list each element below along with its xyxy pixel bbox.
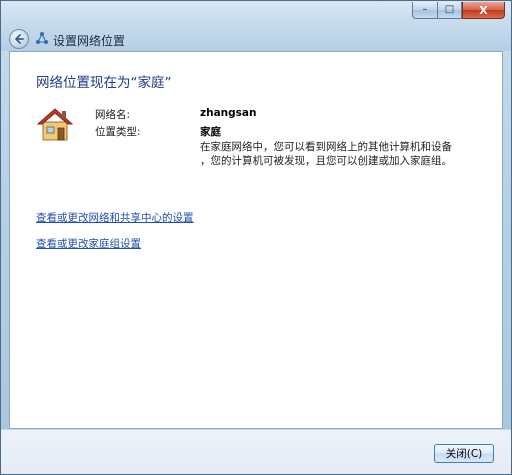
homegroup-settings-link[interactable]: 查看或更改家庭组设置 [36, 236, 141, 251]
minimize-button[interactable]: – [412, 2, 437, 19]
dialog-window: – □ X 设置网络位置 网络位置现在为“家庭” 网络名: zhangsan 位… [0, 0, 512, 475]
network-icon [36, 32, 48, 44]
back-button[interactable] [9, 29, 29, 49]
content-panel: 网络位置现在为“家庭” 网络名: zhangsan 位置类型: 家庭 在家庭网络… [9, 51, 503, 429]
location-type-label: 位置类型: [95, 126, 141, 138]
location-type-value: 家庭 [200, 126, 221, 138]
network-name-value: zhangsan [200, 107, 257, 119]
network-name-label: 网络名: [95, 109, 131, 121]
network-sharing-center-link[interactable]: 查看或更改网络和共享中心的设置 [36, 210, 194, 225]
close-button[interactable]: 关闭(C) [434, 444, 494, 463]
window-title: 设置网络位置 [53, 34, 126, 48]
page-title: 网络位置现在为“家庭” [36, 75, 172, 91]
description-line-2: ，您的计算机可被发现，且您可以创建或加入家庭组。 [200, 155, 452, 167]
back-arrow-icon [15, 34, 24, 44]
close-window-button[interactable]: X [462, 2, 505, 19]
maximize-button[interactable]: □ [437, 2, 462, 19]
title-bar: – □ X 设置网络位置 [1, 1, 511, 51]
house-icon [36, 108, 74, 141]
footer-bar: 关闭(C) [1, 429, 511, 474]
window-controls: – □ X [412, 2, 505, 19]
